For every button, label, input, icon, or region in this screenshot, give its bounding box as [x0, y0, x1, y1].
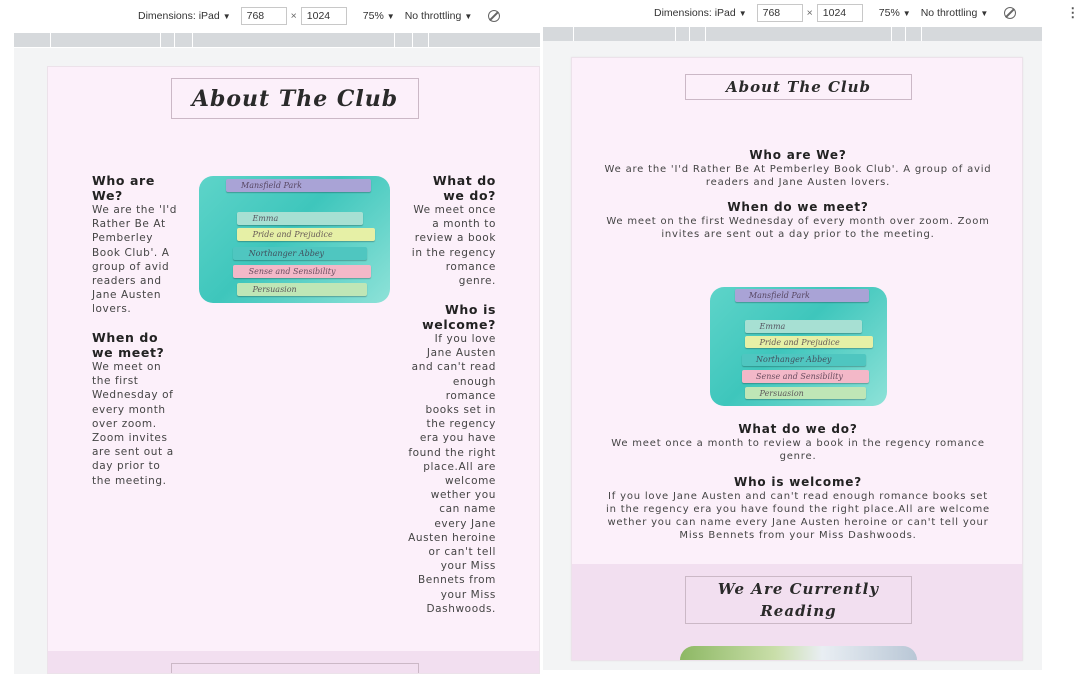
device-toolbar-left: Dimensions: iPad ▼ × 75% ▼ No throttling…: [138, 0, 540, 32]
zoom-label: 75%: [362, 10, 384, 22]
book-spine: Emma: [745, 320, 863, 333]
when-text: We meet on the first Wednesday of every …: [606, 216, 990, 240]
width-input[interactable]: [756, 4, 803, 22]
dimensions-dropdown[interactable]: Dimensions: iPad ▼: [138, 10, 231, 22]
what-section: What do we do? We meet once a month to r…: [602, 422, 994, 463]
media-query-bar-left[interactable]: [14, 33, 540, 47]
more-options-icon[interactable]: ⋮: [1066, 5, 1079, 21]
book-spine: Mansfield Park: [734, 289, 870, 302]
book-spine: Pride and Prejudice: [237, 228, 375, 242]
when-text: We meet on the first Wednesday of every …: [92, 361, 174, 487]
zoom-dropdown[interactable]: 75% ▼: [879, 7, 911, 19]
what-heading: What do we do?: [432, 173, 496, 203]
book-spine: Sense and Sensibility: [233, 264, 371, 279]
who-heading: Who are We?: [749, 148, 847, 162]
club-page-tablet: About The Club Who are We? We are the 'I…: [47, 66, 540, 674]
dimensions-dropdown[interactable]: Dimensions: iPad ▼: [654, 7, 747, 19]
reading-band: [48, 651, 539, 673]
height-input[interactable]: [300, 7, 347, 25]
current-book-image: [680, 646, 917, 660]
throttling-dropdown[interactable]: No throttling ▼: [405, 10, 473, 22]
what-text: We meet once a month to review a book in…: [611, 438, 985, 462]
books-image: Mansfield Park Emma Pride and Prejudice …: [710, 287, 887, 406]
times-symbol: ×: [290, 10, 297, 22]
chevron-down-icon: ▼: [464, 11, 473, 21]
chevron-down-icon: ▼: [386, 11, 395, 21]
zoom-dropdown[interactable]: 75% ▼: [363, 10, 395, 22]
book-spine: Pride and Prejudice: [745, 335, 873, 349]
height-input[interactable]: [816, 4, 863, 22]
who-section: Who are We? We are the 'I'd Rather Be At…: [602, 148, 994, 189]
device-toolbar-right: Dimensions: iPad ▼ × 75% ▼ No throttling…: [654, 0, 1080, 28]
welcome-section: Who is welcome? If you love Jane Austen …: [602, 475, 994, 542]
book-spine: Persuasion: [237, 282, 368, 296]
welcome-heading: Who is welcome?: [734, 475, 862, 489]
who-text: We are the 'I'd Rather Be At Pemberley B…: [604, 164, 992, 188]
when-heading: When do we meet?: [727, 200, 869, 214]
rotate-button[interactable]: [488, 10, 501, 22]
who-heading: Who are We?: [92, 173, 155, 203]
welcome-heading: Who is welcome?: [422, 302, 496, 332]
what-section: What do we do? We meet once a month to r…: [408, 173, 496, 288]
rotate-button[interactable]: [1004, 7, 1017, 19]
throttling-label: No throttling: [404, 10, 462, 22]
book-spine: Sense and Sensibility: [741, 370, 870, 383]
chevron-down-icon: ▼: [738, 8, 747, 18]
dimensions-label: Dimensions: iPad: [654, 7, 736, 19]
throttling-dropdown[interactable]: No throttling ▼: [921, 7, 989, 19]
dimensions-label: Dimensions: iPad: [138, 10, 220, 22]
chevron-down-icon: ▼: [980, 8, 989, 18]
media-query-bar-right[interactable]: [543, 27, 1042, 41]
when-section: When do we meet? We meet on the first We…: [602, 200, 994, 241]
reading-band: We Are Currently Reading: [572, 564, 1022, 660]
reading-title: We Are Currently Reading: [685, 576, 912, 624]
width-input[interactable]: [240, 7, 287, 25]
book-spine: Northanger Abbey: [233, 247, 368, 261]
when-section: When do we meet? We meet on the first We…: [92, 330, 180, 488]
book-spine: Northanger Abbey: [741, 353, 866, 367]
what-heading: What do we do?: [738, 422, 858, 436]
who-section: Who are We? We are the 'I'd Rather Be At…: [92, 173, 178, 317]
block-icon: [488, 10, 501, 22]
welcome-text: If you love Jane Austen and can't read e…: [408, 333, 496, 615]
welcome-section: Who is welcome? If you love Jane Austen …: [408, 302, 496, 616]
chevron-down-icon: ▼: [902, 8, 911, 18]
about-title: About The Club: [171, 78, 419, 119]
books-image: Mansfield Park Emma Pride and Prejudice …: [199, 176, 390, 303]
throttling-label: No throttling: [920, 7, 978, 19]
who-text: We are the 'I'd Rather Be At Pemberley B…: [92, 204, 177, 316]
chevron-down-icon: ▼: [222, 11, 231, 21]
about-title: About The Club: [685, 74, 912, 100]
book-spine: Persuasion: [745, 386, 866, 400]
when-heading: When do we meet?: [92, 330, 165, 360]
welcome-text: If you love Jane Austen and can't read e…: [606, 491, 990, 541]
what-text: We meet once a month to review a book in…: [411, 204, 496, 288]
block-icon: [1004, 7, 1017, 19]
zoom-label: 75%: [878, 7, 900, 19]
book-spine: Mansfield Park: [225, 178, 371, 192]
book-spine: Emma: [237, 211, 364, 225]
reading-title-box: [171, 663, 419, 673]
club-page-mobile: About The Club Who are We? We are the 'I…: [571, 57, 1023, 661]
times-symbol: ×: [806, 7, 813, 19]
